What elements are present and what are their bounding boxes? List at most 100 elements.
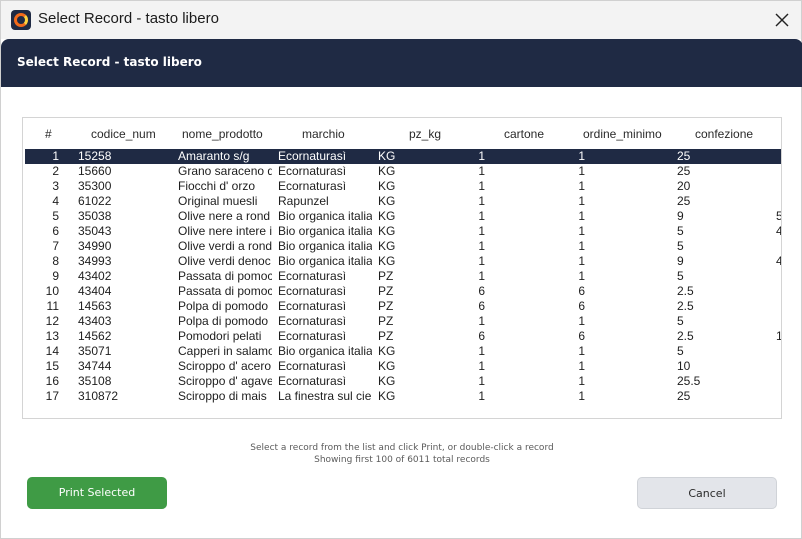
- cell-pz-kg: PZ: [378, 285, 394, 298]
- cell-nome-prodotto: Passata di pomoc: [178, 285, 272, 298]
- column-header-confezione[interactable]: confezione: [695, 127, 753, 141]
- title-bar[interactable]: Select Record - tasto libero: [1, 1, 801, 39]
- cell-marchio: Ecornaturasì: [278, 150, 347, 163]
- cell-confezione: 25: [677, 165, 691, 178]
- cell-marchio: Ecornaturasì: [278, 180, 347, 193]
- table-row[interactable]: 2 15660 Grano saraceno d Ecornaturasì KG 1 1 25: [25, 164, 781, 179]
- cell-cartone: 1: [478, 270, 485, 283]
- column-header-nome-prodotto[interactable]: nome_prodotto: [182, 127, 263, 141]
- cell-confezione: 5: [677, 225, 684, 238]
- table-row[interactable]: 6 35043 Olive nere intere i Bio organica it…: [25, 224, 781, 239]
- cell-nome-prodotto: Olive nere intere i: [178, 225, 272, 238]
- table-row[interactable]: 1 15258 Amaranto s/g Ecornaturasì KG 1 1 25: [25, 149, 781, 164]
- cell-index: 12: [45, 315, 59, 328]
- cell-ordine-minimo: 1: [578, 240, 585, 253]
- cell-nome-prodotto: Grano saraceno d: [178, 165, 272, 178]
- cell-pz-kg: PZ: [378, 300, 394, 313]
- table-row[interactable]: 3 35300 Fiocchi d' orzo Ecornaturasì KG 1 1 20: [25, 179, 781, 194]
- cell-ordine-minimo: 6: [578, 330, 585, 343]
- cell-ordine-minimo: 1: [578, 225, 585, 238]
- cell-confezione: 5: [677, 315, 684, 328]
- cell-pz-kg: KG: [378, 150, 396, 163]
- table-row[interactable]: 15 34744 Sciroppo d' acero Ecornaturasì KG 1 1…: [25, 359, 781, 374]
- column-header-cartone[interactable]: cartone: [504, 127, 544, 141]
- cell-index: 14: [45, 345, 59, 358]
- column-header-pz-kg[interactable]: pz_kg: [409, 127, 441, 141]
- cell-codice-num: 43403: [78, 315, 112, 328]
- close-button[interactable]: [769, 7, 795, 33]
- cell-nome-prodotto: Pomodori pelati: [178, 330, 262, 343]
- cell-index: 3: [52, 180, 59, 193]
- cell-marchio: Rapunzel: [278, 195, 329, 208]
- cell-codice-num: 34993: [78, 255, 112, 268]
- table-row[interactable]: 14 35071 Capperi in salamo Bio organica ita…: [25, 344, 781, 359]
- cell-codice-num: 15660: [78, 165, 112, 178]
- print-selected-button[interactable]: Print Selected: [27, 477, 167, 509]
- cell-confezione: 10: [677, 360, 691, 373]
- cell-index: 5: [52, 210, 59, 223]
- table-row[interactable]: 5 35038 Olive nere a rond Bio organica ital…: [25, 209, 781, 224]
- cell-marchio: Bio organica italia: [278, 225, 372, 238]
- table-row[interactable]: 4 61022 Original muesli Rapunzel KG 1 1 25: [25, 194, 781, 209]
- column-divider: [781, 126, 782, 140]
- cell-marchio: Ecornaturasì: [278, 330, 347, 343]
- column-header-ordine-minimo[interactable]: ordine_minimo: [583, 127, 662, 141]
- cell-codice-num: 35071: [78, 345, 112, 358]
- cell-confezione: 20: [677, 180, 691, 193]
- cell-codice-num: 35043: [78, 225, 112, 238]
- cell-cartone: 1: [478, 240, 485, 253]
- column-header-codice-num[interactable]: codice_num: [91, 127, 156, 141]
- cell-confezione: 25: [677, 390, 691, 403]
- table-row[interactable]: 12 43403 Polpa di pomodo Ecornaturasì PZ 1 1 5: [25, 314, 781, 329]
- cell-marchio: Ecornaturasì: [278, 270, 347, 283]
- cell-ordine-minimo: 1: [578, 180, 585, 193]
- cancel-button[interactable]: Cancel: [637, 477, 777, 509]
- cell-ordine-minimo: 6: [578, 285, 585, 298]
- cell-confezione: 5: [677, 240, 684, 253]
- cell-index: 11: [46, 300, 59, 313]
- cell-pz-kg: KG: [378, 345, 396, 358]
- column-header-marchio[interactable]: marchio: [302, 127, 345, 141]
- cell-index: 16: [45, 375, 59, 388]
- cell-cartone: 1: [478, 195, 485, 208]
- cell-ordine-minimo: 1: [578, 270, 585, 283]
- cell-confezione: 5: [677, 345, 684, 358]
- cell-ordine-minimo: 1: [578, 165, 585, 178]
- table-row[interactable]: 7 34990 Olive verdi a rond Bio organica ita…: [25, 239, 781, 254]
- table-row[interactable]: 13 14562 Pomodori pelati Ecornaturasì PZ 6 6 2.…: [25, 329, 781, 344]
- cell-nome-prodotto: Olive verdi denoc: [178, 255, 271, 268]
- cell-marchio: Ecornaturasì: [278, 360, 347, 373]
- cell-nome-prodotto: Polpa di pomodo: [178, 315, 269, 328]
- table-row[interactable]: 11 14563 Polpa di pomodo Ecornaturasì PZ 6 6 2.…: [25, 299, 781, 314]
- cell-pz-kg: KG: [378, 225, 396, 238]
- table-row[interactable]: 8 34993 Olive verdi denoc Bio organica ital…: [25, 254, 781, 269]
- table-row[interactable]: 10 43404 Passata di pomoc Ecornaturasì PZ 6 6 2…: [25, 284, 781, 299]
- cell-cartone: 1: [478, 360, 485, 373]
- close-icon: [775, 13, 789, 27]
- cell-marchio: Ecornaturasì: [278, 165, 347, 178]
- cell-ordine-minimo: 1: [578, 195, 585, 208]
- cell-codice-num: 15258: [78, 150, 112, 163]
- records-table[interactable]: # codice_num nome_prodotto marchio pz_kg…: [22, 117, 782, 419]
- cell-index: 6: [52, 225, 59, 238]
- table-row[interactable]: 17 310872 Sciroppo di mais La finestra sul …: [25, 389, 781, 404]
- cell-ordine-minimo: 1: [578, 375, 585, 388]
- cell-cartone: 6: [478, 300, 485, 313]
- column-header-index[interactable]: #: [45, 127, 52, 141]
- cell-pz-kg: KG: [378, 240, 396, 253]
- cell-ordine-minimo: 1: [578, 315, 585, 328]
- cell-cartone: 6: [478, 285, 485, 298]
- table-row[interactable]: 9 43402 Passata di pomoc Ecornaturasì PZ 1 1 5: [25, 269, 781, 284]
- cell-pz-kg: KG: [378, 195, 396, 208]
- cell-marchio: Bio organica italia: [278, 255, 372, 268]
- cell-index: 10: [45, 285, 59, 298]
- cell-marchio: La finestra sul ciel: [278, 390, 372, 403]
- cell-ordine-minimo: 1: [578, 255, 585, 268]
- cell-index: 2: [52, 165, 59, 178]
- cell-codice-num: 43404: [78, 285, 112, 298]
- cell-index: 17: [45, 390, 59, 403]
- cell-pz-kg: KG: [378, 210, 396, 223]
- cell-index: 9: [52, 270, 59, 283]
- table-row[interactable]: 16 35108 Sciroppo d' agave Ecornaturasì KG 1 1…: [25, 374, 781, 389]
- cell-nome-prodotto: Polpa di pomodo: [178, 300, 269, 313]
